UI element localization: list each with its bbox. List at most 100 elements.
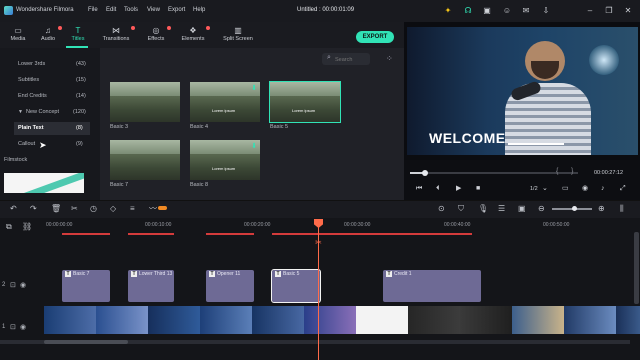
zoom-slider-handle[interactable] [572, 206, 577, 211]
link-icon[interactable]: ⛓ [22, 222, 32, 231]
category-plain-text[interactable]: Plain Text [18, 125, 44, 131]
download-icon[interactable]: ⬇ [251, 84, 257, 92]
record-voice-icon[interactable]: 🎙 [478, 204, 488, 213]
menu-view[interactable]: View [147, 7, 160, 13]
menu-tools[interactable]: Tools [124, 7, 138, 13]
menu-edit[interactable]: Edit [106, 7, 116, 13]
video-frame [304, 306, 356, 334]
title-thumbnail-basic-8[interactable]: ⬇ Lorem ipsum [190, 140, 260, 180]
category-callout[interactable]: Callout [18, 141, 35, 147]
filmstock-banner[interactable] [4, 173, 84, 193]
split-view-icon[interactable]: ⫼ [620, 204, 624, 213]
tool-transitions[interactable]: ⋈ Transitions [99, 26, 135, 42]
category-lower-3rds[interactable]: Lower 3rds [18, 61, 45, 67]
title-thumbnail-basic-3[interactable] [110, 82, 180, 122]
split-marker-icon[interactable]: ✂ [313, 238, 324, 248]
tool-media[interactable]: ▭ Media [6, 26, 30, 42]
eye-icon[interactable]: ◉ [20, 323, 26, 331]
add-track-icon[interactable]: ⧉ [6, 222, 12, 231]
search-icon[interactable]: ⌕ [327, 54, 331, 62]
grid-view-icon[interactable]: ⁘ [386, 54, 393, 63]
adjust-icon[interactable]: ≡ [130, 204, 135, 213]
volume-icon[interactable]: ♪ [601, 185, 605, 193]
gift-icon[interactable]: ▣ [482, 6, 492, 16]
export-button[interactable]: EXPORT [356, 31, 394, 43]
menu-help[interactable]: Help [193, 7, 205, 13]
mail-icon[interactable]: ✉ [521, 6, 531, 16]
download-icon[interactable]: ⬇ [251, 142, 257, 150]
audio-wave-icon[interactable]: 〰 [149, 204, 157, 213]
headset-icon[interactable]: ☊ [463, 6, 473, 16]
mark-in-icon[interactable]: { [556, 168, 558, 175]
frame-back-icon[interactable]: ⏴ [436, 185, 440, 193]
text-clip-icon: T [386, 271, 392, 277]
title-clip-lower-third-13[interactable]: T Lower Third 13 [128, 270, 174, 302]
title-clip-basic-7[interactable]: T Basic 7 [62, 270, 110, 302]
scrub-handle[interactable] [422, 170, 429, 176]
tool-split-screen[interactable]: ▥ Split Screen [220, 26, 256, 42]
stop-icon[interactable]: ■ [476, 185, 480, 193]
marker-icon[interactable]: ⛉ [458, 204, 464, 213]
snapshot-icon[interactable]: ◉ [582, 185, 588, 193]
title-label: Basic 3 [110, 124, 129, 130]
download-icon[interactable]: ⇩ [541, 6, 551, 16]
zoom-out-icon[interactable]: ⊖ [538, 204, 545, 213]
lock-icon[interactable]: ⊡ [10, 281, 16, 289]
title-clip-opener-11[interactable]: T Opener 11 [206, 270, 254, 302]
expand-arrow-icon[interactable]: ▼ [18, 109, 23, 115]
keyframe-icon[interactable]: ◇ [110, 204, 116, 213]
filmstock-label[interactable]: Filmstock [4, 157, 27, 163]
eye-icon[interactable]: ◉ [20, 281, 26, 289]
tool-audio[interactable]: ♫ Audio [36, 26, 62, 42]
search-input[interactable] [335, 55, 369, 64]
track-badge: 1 [2, 324, 6, 330]
mark-out-icon[interactable]: } [571, 168, 573, 175]
title-thumbnail-basic-7[interactable] [110, 140, 180, 180]
ai-badge [158, 206, 167, 210]
speed-icon[interactable]: ◷ [90, 204, 97, 213]
monitor-icon[interactable]: ▭ [562, 185, 569, 193]
video-frame [356, 306, 408, 334]
tool-effects[interactable]: ◎ Effects [143, 26, 171, 42]
ruler-tick: 00:00:30:00 [344, 222, 371, 228]
redo-icon[interactable]: ↷ [30, 204, 37, 213]
title-thumbnail-basic-5[interactable]: Lorem ipsum [269, 81, 341, 123]
category-new-concept[interactable]: New Concept [26, 109, 59, 115]
category-end-credits[interactable]: End Credits [18, 93, 47, 99]
track-badge: 2 [2, 282, 6, 288]
play-icon[interactable]: ▶ [456, 185, 461, 193]
audio-mixer-icon[interactable]: ☰ [498, 204, 505, 213]
chevron-down-icon[interactable]: ⌄ [542, 185, 548, 193]
lock-icon[interactable]: ⊡ [10, 323, 16, 331]
restore-icon[interactable]: ❐ [604, 6, 614, 16]
zoom-in-icon[interactable]: ⊕ [598, 204, 605, 213]
title-clip-basic-5[interactable]: T Basic 5 [271, 269, 321, 303]
lightbulb-icon[interactable]: ✦ [443, 6, 453, 16]
minimize-icon[interactable]: – [585, 6, 595, 16]
step-back-icon[interactable]: ⏮ [416, 185, 422, 193]
title-clip-credit-1[interactable]: T Credit 1 [383, 270, 481, 302]
playback-quality[interactable]: 1/2 [530, 186, 538, 192]
menu-file[interactable]: File [88, 7, 98, 13]
video-frame [460, 306, 512, 334]
delete-icon[interactable]: 🗑 [51, 204, 61, 213]
tool-titles[interactable]: T Titles [66, 26, 90, 42]
video-frame [44, 306, 96, 334]
close-icon[interactable]: ✕ [623, 6, 633, 16]
title-thumbnail-basic-4[interactable]: ⬇ Lorem ipsum [190, 82, 260, 122]
menu-export[interactable]: Export [168, 7, 185, 13]
preview-timecode: 00:00:27:12 [594, 170, 624, 176]
fullscreen-icon[interactable]: ⤢ [620, 185, 626, 193]
snapshot-timeline-icon[interactable]: ▣ [518, 204, 526, 213]
undo-icon[interactable]: ↶ [10, 204, 17, 213]
cut-icon[interactable]: ✂ [71, 204, 78, 213]
app-name: Wondershare Filmora [16, 7, 74, 13]
user-icon[interactable]: ☺ [502, 6, 512, 16]
tool-elements[interactable]: ❖ Elements [178, 26, 210, 42]
timeline-scrollbar-thumb[interactable] [44, 340, 128, 344]
category-subtitles[interactable]: Subtitles [18, 77, 39, 83]
render-icon[interactable]: ⊙ [438, 204, 445, 213]
title-overlay-text[interactable]: WELCOME [429, 130, 506, 146]
preview-scrub-bar[interactable] [410, 172, 578, 174]
vertical-scrollbar[interactable] [634, 232, 639, 304]
